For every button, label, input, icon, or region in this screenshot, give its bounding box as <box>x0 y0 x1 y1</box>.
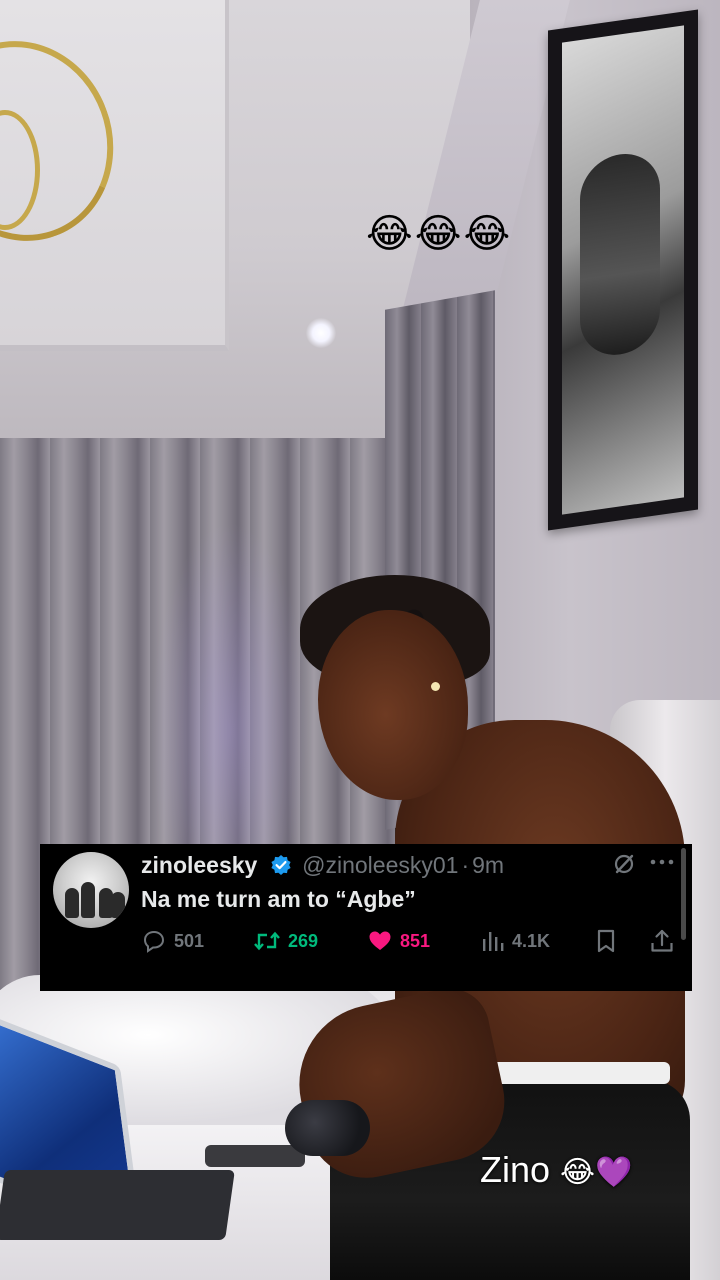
grok-icon[interactable] <box>612 852 636 876</box>
view-count: 4.1K <box>512 930 551 951</box>
avatar-figure <box>111 892 125 918</box>
reply-icon <box>143 930 165 953</box>
avatar-figure <box>81 882 95 918</box>
bookmark-button[interactable] <box>595 926 624 956</box>
scrollbar[interactable] <box>681 848 686 940</box>
separator: · <box>461 852 470 878</box>
earring <box>431 682 440 691</box>
like-icon <box>369 931 391 950</box>
display-name[interactable]: zinoleesky <box>141 852 257 878</box>
timestamp[interactable]: 9m <box>472 852 504 878</box>
retweet-count: 269 <box>288 930 319 951</box>
like-count: 851 <box>400 930 431 951</box>
tweet-header: zinoleesky @zinoleesky01 · 9m <box>141 850 504 883</box>
reply-count: 501 <box>174 930 205 951</box>
views-button[interactable]: 4.1K <box>481 926 550 956</box>
tweet-actions: 501 269 851 4.1K <box>141 926 673 956</box>
retweet-button[interactable]: 269 <box>253 926 318 956</box>
verified-badge-icon <box>270 853 292 883</box>
caption-text: Zino <box>480 1149 551 1190</box>
tablet-keyboard <box>0 1170 235 1240</box>
wall-picture-portrait <box>580 148 660 361</box>
game-controller <box>285 1100 370 1156</box>
overlay-emoji: 😂😂😂 <box>366 211 513 257</box>
more-icon[interactable] <box>648 850 678 874</box>
avatar-figure <box>65 888 79 918</box>
share-icon <box>651 929 673 952</box>
wall-picture-frame <box>548 9 698 531</box>
video-caption: Zino 😂💜 <box>480 1148 632 1195</box>
views-icon <box>483 932 504 951</box>
video-frame <box>0 0 720 1280</box>
reply-button[interactable]: 501 <box>141 926 204 956</box>
bookmark-icon <box>597 929 615 953</box>
share-button[interactable] <box>649 926 682 956</box>
tweet-card[interactable]: zinoleesky @zinoleesky01 · 9m Na me turn a… <box>40 844 692 991</box>
retweet-icon <box>254 931 280 951</box>
phone <box>205 1145 305 1167</box>
handle[interactable]: @zinoleesky01 <box>302 852 458 878</box>
ceiling-light <box>306 318 336 348</box>
avatar[interactable] <box>53 852 129 928</box>
caption-emoji: 😂💜 <box>560 1155 633 1190</box>
like-button[interactable]: 851 <box>367 926 430 956</box>
wall-picture <box>562 25 684 515</box>
tweet-text: Na me turn am to “Agbe” <box>141 886 416 912</box>
